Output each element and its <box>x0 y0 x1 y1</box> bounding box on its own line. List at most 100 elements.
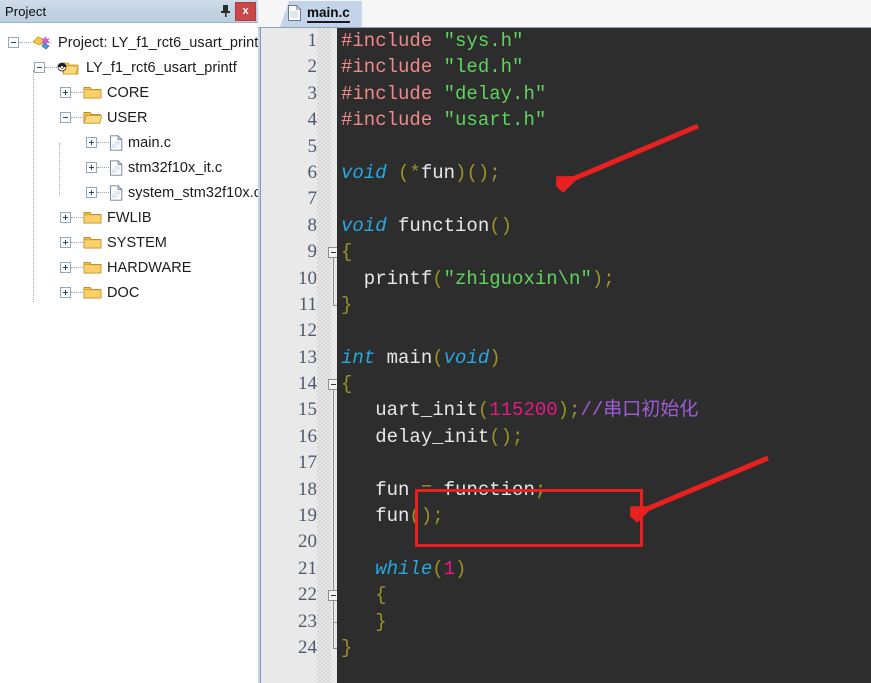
code-token-kw: while <box>375 557 433 580</box>
line-number: 15 <box>298 399 317 421</box>
tab-label: main.c <box>307 5 350 23</box>
code-line[interactable]: } <box>337 635 871 661</box>
code-line[interactable]: { <box>337 371 871 397</box>
code-line[interactable]: delay_init(); <box>337 424 871 450</box>
code-line[interactable]: { <box>337 239 871 265</box>
code-token-punc: ); <box>557 399 581 422</box>
tree-item-stm32f10x-it-c[interactable]: stm32f10x_it.c <box>0 155 258 180</box>
code-line[interactable]: fun(); <box>337 503 871 529</box>
pin-icon[interactable] <box>215 2 235 21</box>
code-token-punc: ( <box>477 399 490 422</box>
code-token-punc: } <box>341 293 353 316</box>
tree-item-main-c[interactable]: main.c <box>0 130 258 155</box>
code-line[interactable] <box>337 186 871 212</box>
line-number: 5 <box>307 135 318 157</box>
code-token-str: "usart.h" <box>443 109 547 132</box>
line-number: 24 <box>298 636 317 658</box>
expand-icon[interactable] <box>60 212 71 223</box>
code-token-id: uart_init <box>341 399 478 422</box>
line-number: 4 <box>307 109 318 131</box>
c-file-icon <box>288 4 302 24</box>
code-token-punc: ) <box>489 346 501 369</box>
expand-icon[interactable] <box>60 262 71 273</box>
tree-connector <box>71 241 83 244</box>
fold-range-line <box>333 257 334 306</box>
close-icon[interactable]: x <box>235 1 256 21</box>
code-token-punc: )(); <box>455 161 501 184</box>
line-number: 20 <box>298 531 317 553</box>
expand-icon[interactable] <box>60 237 71 248</box>
line-number: 21 <box>298 557 317 579</box>
ide-window: Project x Project: LY_f1_rct6_usart_prin… <box>0 0 871 683</box>
code-line[interactable]: printf("zhiguoxin\n"); <box>337 266 871 292</box>
code-token-str: "sys.h" <box>443 30 524 52</box>
expand-icon[interactable] <box>86 137 97 148</box>
code-token-punc: (* <box>398 161 421 184</box>
code-line[interactable]: while(1) <box>337 556 871 582</box>
code-line[interactable]: int main(void) <box>337 345 871 371</box>
target-folder-icon <box>57 62 79 74</box>
line-number: 11 <box>298 293 317 315</box>
code-token-str: "led.h" <box>443 56 524 79</box>
tree-item-fwlib[interactable]: FWLIB <box>0 205 258 230</box>
code-line[interactable]: void (*fun)(); <box>337 160 871 186</box>
code-line[interactable]: void function() <box>337 213 871 239</box>
code-token-id: fun <box>420 161 456 184</box>
line-number: 16 <box>298 425 317 447</box>
project-tree[interactable]: Project: LY_f1_rct6_usart_printf LY_f1_rc… <box>0 23 258 683</box>
code-line[interactable] <box>337 134 871 160</box>
folder-closed-icon <box>83 287 102 299</box>
line-number: 2 <box>307 56 318 78</box>
expand-icon[interactable] <box>60 287 71 298</box>
collapse-icon[interactable] <box>8 37 19 48</box>
code-line[interactable] <box>337 529 871 555</box>
tree-connector <box>71 216 83 219</box>
tab-main-c[interactable]: main.c <box>280 1 362 27</box>
tree-item-user[interactable]: USER <box>0 105 258 130</box>
expand-icon[interactable] <box>60 87 71 98</box>
tree-item-doc[interactable]: DOC <box>0 280 258 305</box>
code-line[interactable]: } <box>337 292 871 318</box>
code-token-punc: = <box>420 478 433 501</box>
code-line[interactable]: #include "led.h" <box>337 54 871 80</box>
tree-connector <box>97 141 109 144</box>
tree-item-hardware[interactable]: HARDWARE <box>0 255 258 280</box>
collapse-icon[interactable] <box>60 112 71 123</box>
line-number: 23 <box>298 610 317 632</box>
code-line[interactable]: #include "sys.h" <box>337 28 871 54</box>
code-token-punc: () <box>489 214 513 237</box>
code-line[interactable]: #include "usart.h" <box>337 107 871 133</box>
code-line[interactable]: { <box>337 582 871 608</box>
code-line[interactable]: } <box>337 609 871 635</box>
line-number: 3 <box>307 82 318 104</box>
tree-item-project-ly-f1-rct6-usart-printf[interactable]: Project: LY_f1_rct6_usart_printf <box>0 30 258 55</box>
code-editor[interactable]: 1 2 3 4 5 6 7 8 9 10 11 12 13 14 15 16 17 18 19 20 21 22 23 24 … <box>258 28 871 683</box>
code-line[interactable]: uart_init(115200);//串口初始化 <box>337 397 871 423</box>
tree-item-system-stm32f10x-c[interactable]: system_stm32f10x.c <box>0 180 258 205</box>
expand-icon[interactable] <box>86 162 97 173</box>
code-line[interactable]: #include "delay.h" <box>337 81 871 107</box>
code-token-pre: #include <box>341 109 433 132</box>
tree-item-system[interactable]: SYSTEM <box>0 230 258 255</box>
collapse-icon[interactable] <box>34 62 45 73</box>
tree-item-label: HARDWARE <box>107 259 192 276</box>
code-token-id: function <box>386 214 490 237</box>
tree-item-ly-f1-rct6-usart-printf[interactable]: LY_f1_rct6_usart_printf <box>0 55 258 80</box>
folder-closed-icon <box>83 262 102 274</box>
code-line[interactable]: fun = function; <box>337 477 871 503</box>
code-token-punc: { <box>341 584 387 607</box>
line-number: 19 <box>298 505 317 527</box>
code-text[interactable]: #include "sys.h" #include "led.h" #include… <box>337 28 871 683</box>
code-token-id <box>341 558 375 580</box>
expand-icon[interactable] <box>86 187 97 198</box>
tree-item-label: SYSTEM <box>107 234 167 251</box>
code-token-id: fun <box>341 478 421 501</box>
c-file-icon <box>110 159 123 176</box>
code-token-pre: #include <box>341 82 433 105</box>
code-token-id <box>432 83 443 105</box>
tree-item-core[interactable]: CORE <box>0 80 258 105</box>
tree-item-label: system_stm32f10x.c <box>128 184 258 201</box>
code-line[interactable] <box>337 318 871 344</box>
tree-connector <box>97 166 109 169</box>
code-line[interactable] <box>337 450 871 476</box>
